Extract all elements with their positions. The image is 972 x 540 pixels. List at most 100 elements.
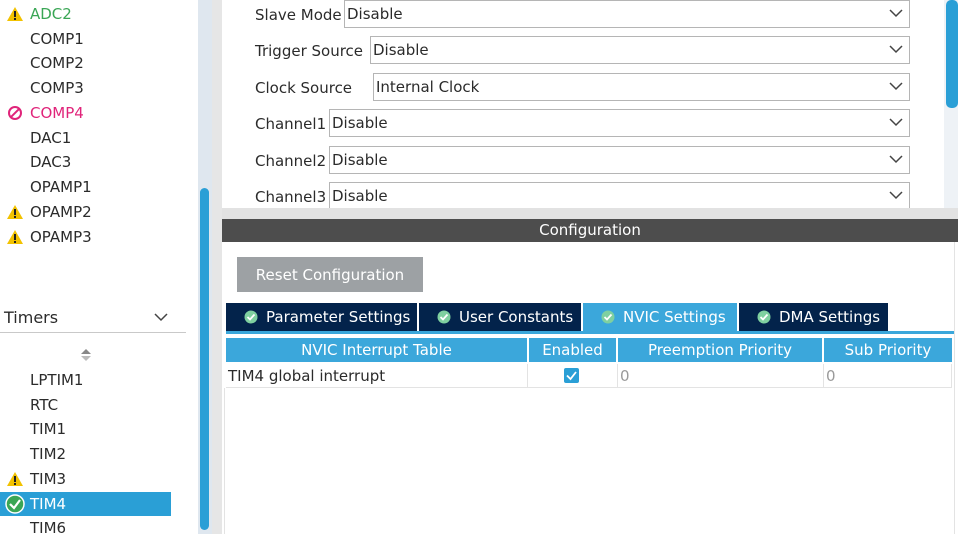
tree-item-rtc[interactable]: RTC bbox=[0, 393, 198, 417]
chevron-down-icon bbox=[889, 155, 903, 164]
check-circle-icon bbox=[244, 310, 258, 324]
tree-item-label: COMP4 bbox=[30, 104, 84, 122]
select-value: Disable bbox=[332, 114, 388, 132]
select-value: Internal Clock bbox=[376, 78, 480, 96]
tree-item-label: TIM2 bbox=[30, 445, 67, 463]
channel3-select[interactable]: Disable bbox=[329, 182, 910, 210]
tree-item-adc2[interactable]: ADC2 bbox=[0, 2, 198, 26]
column-header-preemption-priority[interactable]: Preemption Priority bbox=[618, 338, 822, 362]
mode-label: Clock Source bbox=[255, 79, 353, 97]
mode-label: Channel2 bbox=[255, 152, 327, 170]
tab-user-constants[interactable]: User Constants bbox=[419, 303, 581, 331]
tab-label: NVIC Settings bbox=[623, 308, 726, 326]
checkmark-icon bbox=[566, 371, 577, 381]
tree-item-label: OPAMP2 bbox=[30, 203, 92, 221]
mode-panel: Slave Mode Disable Trigger Source Disabl… bbox=[222, 0, 958, 210]
tree-item-label: RTC bbox=[30, 396, 59, 414]
panel-splitter[interactable] bbox=[212, 0, 222, 534]
mode-scrollbar-thumb[interactable] bbox=[946, 0, 958, 108]
category-label: Timers bbox=[4, 308, 59, 327]
chevron-down-icon bbox=[889, 9, 903, 18]
right-panel-edge bbox=[958, 0, 972, 534]
select-value: Disable bbox=[332, 187, 388, 205]
mode-row-trigger-source: Trigger Source Disable bbox=[222, 36, 922, 66]
tree-item-label: TIM6 bbox=[30, 519, 67, 537]
tab-dma-settings[interactable]: DMA Settings bbox=[739, 303, 888, 331]
mode-row-channel1: Channel1 Disable bbox=[222, 109, 922, 139]
table-cell-interrupt-name: TIM4 global interrupt bbox=[226, 364, 528, 388]
tree-item-label: COMP2 bbox=[30, 54, 84, 72]
table-border bbox=[954, 242, 955, 534]
trigger-source-select[interactable]: Disable bbox=[370, 36, 910, 64]
column-header-nvic-interrupt-table[interactable]: NVIC Interrupt Table bbox=[226, 338, 527, 362]
peripheral-tree: ADC2 COMP1 COMP2 COMP3 COMP4 DAC1 DAC3 O… bbox=[0, 0, 198, 537]
chevron-down-icon bbox=[889, 45, 903, 54]
tree-item-tim2[interactable]: TIM2 bbox=[0, 442, 198, 466]
chevron-down-icon bbox=[889, 191, 903, 200]
preemption-priority-field[interactable]: 0 bbox=[618, 364, 824, 388]
select-value: Disable bbox=[332, 151, 388, 169]
tree-item-tim4[interactable]: TIM4 bbox=[0, 492, 171, 516]
tree-item-label: LPTIM1 bbox=[30, 371, 84, 389]
mode-label: Channel3 bbox=[255, 188, 327, 206]
tree-item-label: TIM3 bbox=[30, 470, 67, 488]
tab-nvic-settings[interactable]: NVIC Settings bbox=[583, 303, 737, 331]
tree-item-label: DAC1 bbox=[30, 129, 72, 147]
tab-label: User Constants bbox=[459, 308, 574, 326]
mode-label: Channel1 bbox=[255, 115, 327, 133]
tree-item-tim3[interactable]: TIM3 bbox=[0, 467, 198, 491]
tree-item-opamp1[interactable]: OPAMP1 bbox=[0, 175, 198, 199]
enabled-checkbox[interactable] bbox=[564, 368, 579, 383]
tree-item-comp3[interactable]: COMP3 bbox=[0, 76, 198, 100]
chevron-down-icon bbox=[889, 118, 903, 127]
mode-label: Slave Mode bbox=[255, 6, 342, 24]
mode-row-slave-mode: Slave Mode Disable bbox=[222, 0, 922, 30]
warning-icon bbox=[7, 472, 23, 486]
tab-label: DMA Settings bbox=[779, 308, 881, 326]
tree-item-label: COMP1 bbox=[30, 30, 84, 48]
tab-parameter-settings[interactable]: Parameter Settings bbox=[226, 303, 417, 331]
chevron-down-icon bbox=[889, 82, 903, 91]
splitter-bar[interactable] bbox=[222, 208, 958, 219]
tree-item-label: TIM1 bbox=[30, 420, 67, 438]
check-circle-icon bbox=[5, 494, 25, 514]
tree-item-tim1[interactable]: TIM1 bbox=[0, 417, 198, 441]
reset-configuration-button[interactable]: Reset Configuration bbox=[237, 257, 423, 292]
tree-item-label: ADC2 bbox=[30, 5, 72, 23]
left-scrollbar-thumb[interactable] bbox=[200, 188, 209, 530]
warning-icon bbox=[7, 205, 23, 219]
check-circle-icon bbox=[601, 310, 615, 324]
tree-item-dac1[interactable]: DAC1 bbox=[0, 126, 198, 150]
chevron-down-icon bbox=[154, 313, 168, 322]
mode-row-clock-source: Clock Source Internal Clock bbox=[222, 73, 922, 103]
warning-icon bbox=[7, 230, 23, 244]
sub-priority-field[interactable]: 0 bbox=[824, 364, 952, 388]
tree-item-label: OPAMP3 bbox=[30, 228, 92, 246]
tree-item-tim6[interactable]: TIM6 bbox=[0, 516, 198, 540]
tree-item-dac3[interactable]: DAC3 bbox=[0, 150, 198, 174]
select-value: Disable bbox=[347, 5, 403, 23]
channel1-select[interactable]: Disable bbox=[329, 109, 910, 137]
tree-item-label: DAC3 bbox=[30, 153, 72, 171]
tree-item-label: TIM4 bbox=[30, 495, 67, 513]
tree-item-opamp2[interactable]: OPAMP2 bbox=[0, 200, 198, 224]
category-timers[interactable]: Timers bbox=[0, 304, 186, 333]
tree-item-opamp3[interactable]: OPAMP3 bbox=[0, 225, 198, 249]
check-circle-icon bbox=[757, 310, 771, 324]
channel2-select[interactable]: Disable bbox=[329, 146, 910, 174]
column-header-enabled[interactable]: Enabled bbox=[529, 338, 616, 362]
sort-icon[interactable] bbox=[80, 348, 92, 362]
tab-underline bbox=[226, 331, 955, 334]
clock-source-select[interactable]: Internal Clock bbox=[373, 73, 910, 101]
check-circle-icon bbox=[437, 310, 451, 324]
column-header-sub-priority[interactable]: Sub Priority bbox=[824, 338, 952, 362]
tree-item-label: OPAMP1 bbox=[30, 178, 92, 196]
tree-item-label: COMP3 bbox=[30, 79, 84, 97]
table-border bbox=[224, 388, 225, 534]
tree-item-comp2[interactable]: COMP2 bbox=[0, 51, 198, 75]
mode-label: Trigger Source bbox=[255, 42, 364, 60]
tree-item-comp4[interactable]: COMP4 bbox=[0, 101, 198, 125]
slave-mode-select[interactable]: Disable bbox=[344, 0, 910, 28]
tree-item-lptim1[interactable]: LPTIM1 bbox=[0, 368, 198, 392]
tree-item-comp1[interactable]: COMP1 bbox=[0, 27, 198, 51]
